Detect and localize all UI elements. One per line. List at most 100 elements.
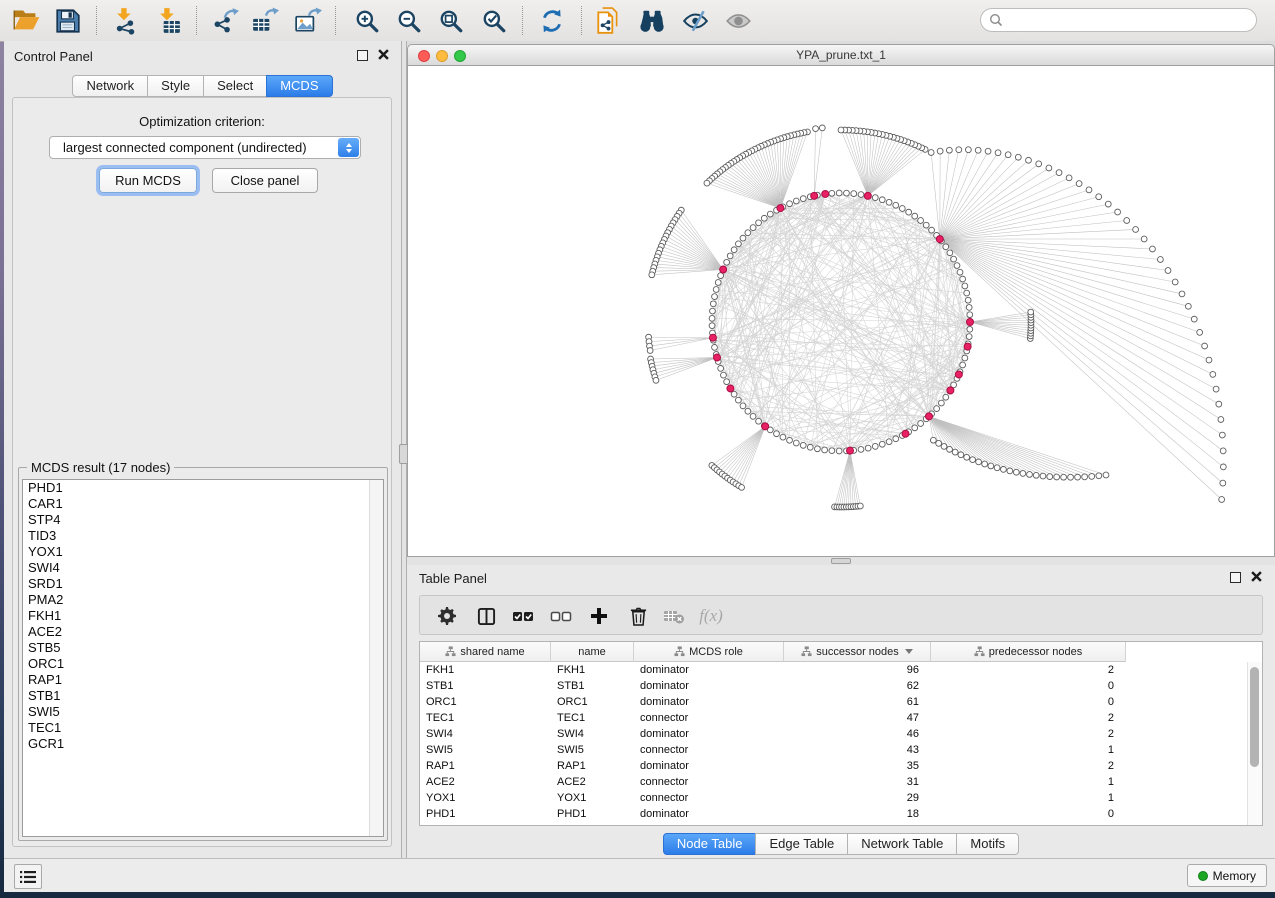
function-builder-button[interactable]: f(x) [698,603,724,629]
save-session-button[interactable] [50,4,86,37]
network-node[interactable] [985,148,991,154]
network-node[interactable] [946,147,952,153]
horizontal-splitter[interactable] [407,557,1275,565]
network-node[interactable] [750,413,756,419]
network-node[interactable] [1220,448,1226,454]
network-node[interactable] [793,440,799,446]
network-node[interactable] [1033,472,1039,478]
network-node[interactable] [1185,303,1191,309]
column-header-name[interactable]: name [551,642,634,662]
network-node[interactable] [923,222,929,228]
network-node[interactable] [982,461,988,467]
mcds-result-item[interactable]: SWI4 [23,560,383,576]
network-node[interactable] [858,192,864,198]
run-mcds-button[interactable]: Run MCDS [99,168,197,193]
network-node[interactable] [727,253,733,259]
network-node[interactable] [1086,187,1092,193]
table-row[interactable]: YOX1YOX1connector291 [420,790,1262,806]
network-node[interactable] [647,348,653,354]
optimization-criterion-select[interactable]: largest connected component (undirected) [49,136,361,159]
mcds-hub-node[interactable] [846,447,853,454]
network-node[interactable] [740,235,746,241]
network-node[interactable] [1220,480,1226,486]
network-node[interactable] [952,449,958,455]
network-node[interactable] [1165,268,1171,274]
import-table-button[interactable] [150,4,186,37]
network-node[interactable] [858,447,864,453]
network-node[interactable] [731,391,737,397]
network-node[interactable] [1040,473,1046,479]
network-node[interactable] [906,209,912,215]
network-node[interactable] [994,465,1000,471]
network-node[interactable] [815,446,821,452]
table-row[interactable]: FKH1FKH1dominator962 [420,662,1262,678]
network-node[interactable] [1220,464,1226,470]
tab-select[interactable]: Select [203,75,267,97]
mcds-result-item[interactable]: STB1 [23,688,383,704]
network-node[interactable] [1056,170,1062,176]
network-node[interactable] [787,437,793,443]
network-node[interactable] [872,443,878,449]
network-node[interactable] [872,195,878,201]
close-panel-icon[interactable] [1251,571,1262,582]
column-header-predecessor-nodes[interactable]: predecessor nodes [931,642,1126,662]
network-node[interactable] [966,147,972,153]
hide-graphics-button[interactable] [677,4,713,37]
float-panel-icon[interactable] [357,50,368,61]
network-node[interactable] [943,394,949,400]
network-node[interactable] [967,312,973,318]
network-node[interactable] [1054,474,1060,480]
network-node[interactable] [943,244,949,250]
network-node[interactable] [1172,279,1178,285]
network-node[interactable] [793,198,799,204]
network-node[interactable] [951,256,957,262]
open-session-button[interactable] [8,4,44,37]
network-node[interactable] [1202,343,1208,349]
network-node[interactable] [966,305,972,311]
network-node[interactable] [800,442,806,448]
network-node[interactable] [761,215,767,221]
network-node[interactable] [819,125,825,131]
network-node[interactable] [745,408,751,414]
table-row[interactable]: ORC1ORC1dominator610 [420,694,1262,710]
zoom-out-button[interactable] [391,4,427,37]
mcds-result-item[interactable]: TID3 [23,528,383,544]
import-network-button[interactable] [107,4,143,37]
network-node[interactable] [962,283,968,289]
network-node[interactable] [704,180,710,186]
column-header-mcds-role[interactable]: MCDS role [634,642,784,662]
show-graphics-button[interactable] [720,4,756,37]
network-node[interactable] [787,201,793,207]
network-node[interactable] [930,437,936,443]
network-node[interactable] [756,418,762,424]
network-node[interactable] [836,190,842,196]
close-panel-button[interactable]: Close panel [212,168,318,193]
network-node[interactable] [1015,154,1021,160]
network-window-titlebar[interactable]: YPA_prune.txt_1 [407,44,1275,66]
network-node[interactable] [1210,372,1216,378]
network-node[interactable] [886,439,892,445]
table-settings-button[interactable] [434,603,460,629]
network-node[interactable] [1124,218,1130,224]
network-node[interactable] [958,452,964,458]
network-node[interactable] [740,403,746,409]
network-node[interactable] [829,448,835,454]
network-node[interactable] [1066,175,1072,181]
mcds-hub-node[interactable] [713,354,720,361]
network-node[interactable] [1068,474,1074,480]
mcds-hub-node[interactable] [811,192,818,199]
network-node[interactable] [962,355,968,361]
network-node[interactable] [1020,471,1026,477]
network-node[interactable] [721,372,727,378]
network-canvas[interactable] [407,66,1275,557]
network-node[interactable] [899,206,905,212]
mcds-hub-node[interactable] [967,319,974,326]
network-node[interactable] [724,259,730,265]
mcds-result-item[interactable]: CAR1 [23,496,383,512]
network-node[interactable] [807,444,813,450]
tab-edge-table[interactable]: Edge Table [755,833,848,855]
network-node[interactable] [947,446,953,452]
network-node[interactable] [1047,474,1053,480]
mcds-hub-node[interactable] [720,266,727,273]
mcds-hub-node[interactable] [822,190,829,197]
